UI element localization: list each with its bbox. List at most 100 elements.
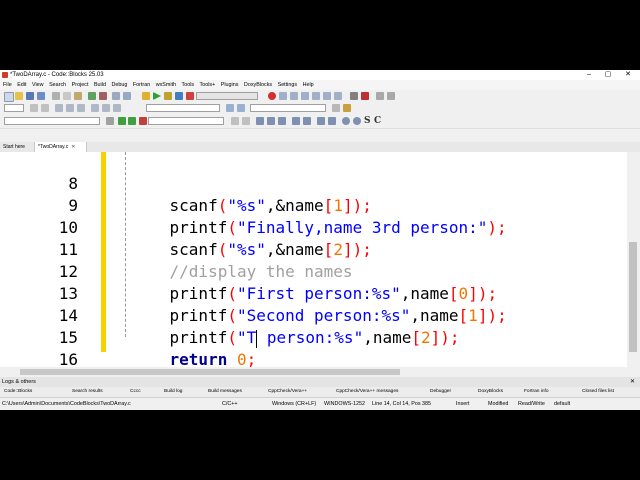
- log-tab-search-results[interactable]: Search results: [72, 387, 103, 397]
- forward-icon[interactable]: [237, 104, 245, 112]
- nav-dropdown-icon[interactable]: [106, 117, 114, 125]
- jump-next-icon[interactable]: [128, 117, 136, 125]
- indent-icon[interactable]: [292, 117, 300, 125]
- paste-icon[interactable]: [74, 92, 82, 100]
- next-instruction-icon[interactable]: [323, 92, 331, 100]
- stop-debugger-icon[interactable]: [361, 92, 369, 100]
- run-to-cursor-icon[interactable]: [279, 92, 287, 100]
- box-comment-icon[interactable]: [77, 104, 85, 112]
- jump-icon[interactable]: [343, 104, 351, 112]
- select-icon[interactable]: [317, 117, 325, 125]
- run-icon[interactable]: [153, 92, 161, 100]
- rebuild-icon[interactable]: [175, 92, 183, 100]
- close-panel-icon[interactable]: ✕: [630, 377, 635, 387]
- symbol-s-button[interactable]: S: [364, 115, 371, 127]
- symbol-c-button[interactable]: C: [374, 115, 381, 127]
- log-tab-cccc[interactable]: Cccc: [130, 387, 141, 397]
- build-gear-icon[interactable]: [142, 92, 150, 100]
- log-tab-codeblocks[interactable]: Code::Blocks: [4, 387, 32, 397]
- menu-fortran[interactable]: Fortran: [133, 82, 150, 88]
- toggle-bookmark-icon[interactable]: [231, 117, 239, 125]
- wrap-icon[interactable]: [113, 104, 121, 112]
- log-tab-cppcheck[interactable]: CppCheck/Vera++: [268, 387, 307, 397]
- abort-icon[interactable]: [186, 92, 194, 100]
- undo-icon[interactable]: [88, 92, 96, 100]
- fold-icon[interactable]: [256, 117, 264, 125]
- prev-bookmark-icon[interactable]: [242, 117, 250, 125]
- menu-view[interactable]: View: [32, 82, 44, 88]
- cut-icon[interactable]: [52, 92, 60, 100]
- log-tab-doxyblocks[interactable]: DoxyBlocks: [478, 387, 503, 397]
- redo-icon[interactable]: [99, 92, 107, 100]
- break-debugger-icon[interactable]: [350, 92, 358, 100]
- function-select[interactable]: [148, 117, 224, 125]
- minimize-button[interactable]: –: [580, 70, 598, 80]
- unindent-icon[interactable]: [303, 117, 311, 125]
- menu-doxyblocks[interactable]: DoxyBlocks: [244, 82, 272, 88]
- scope-select[interactable]: [4, 104, 24, 112]
- close-tab-icon[interactable]: ✕: [71, 144, 75, 150]
- scrollbar-thumb[interactable]: [20, 369, 400, 375]
- log-tab-debugger[interactable]: Debugger: [430, 387, 451, 397]
- new-file-icon[interactable]: [4, 92, 14, 102]
- log-tab-build-messages[interactable]: Build messages: [208, 387, 242, 397]
- menu-debug[interactable]: Debug: [111, 82, 127, 88]
- menu-settings[interactable]: Settings: [278, 82, 297, 88]
- save-icon[interactable]: [26, 92, 34, 100]
- stream-comment-icon[interactable]: [66, 104, 74, 112]
- save-all-icon[interactable]: [37, 92, 45, 100]
- menu-plugins[interactable]: Plugins: [221, 82, 239, 88]
- debug-info-icon[interactable]: [387, 92, 395, 100]
- menu-build[interactable]: Build: [94, 82, 106, 88]
- scrollbar-thumb[interactable]: [629, 242, 637, 352]
- function-scope-select[interactable]: [4, 117, 100, 125]
- replace-icon[interactable]: [123, 92, 131, 100]
- maximize-button[interactable]: ▢: [599, 70, 617, 80]
- log-tab-fortran-info[interactable]: Fortran info: [524, 387, 549, 397]
- block-icon[interactable]: [328, 117, 336, 125]
- jump-prev-icon[interactable]: [118, 117, 126, 125]
- log-tab-cppcheck-messages[interactable]: CppCheck/Vera++ messages: [336, 387, 398, 397]
- symbol-search-combo[interactable]: [250, 104, 326, 112]
- fold-all-icon[interactable]: [278, 117, 286, 125]
- search-combo[interactable]: [146, 104, 220, 112]
- editor-vertical-scrollbar[interactable]: [627, 152, 640, 372]
- back-icon[interactable]: [226, 104, 234, 112]
- menu-tools-plus[interactable]: Tools+: [200, 82, 216, 88]
- tab-start-here[interactable]: Start here: [0, 142, 35, 152]
- highlight-icon[interactable]: [332, 104, 340, 112]
- menu-wxsmith[interactable]: wxSmith: [156, 82, 176, 88]
- menu-search[interactable]: Search: [49, 82, 66, 88]
- unfold-icon[interactable]: [267, 117, 275, 125]
- editor-horizontal-scrollbar[interactable]: [0, 367, 640, 377]
- step-into-icon[interactable]: [301, 92, 309, 100]
- close-button[interactable]: ✕: [619, 70, 637, 80]
- step-out-icon[interactable]: [312, 92, 320, 100]
- log-tab-build-log[interactable]: Build log: [164, 387, 182, 397]
- bookmark-icon[interactable]: [139, 117, 147, 125]
- align-icon[interactable]: [102, 104, 110, 112]
- menu-help[interactable]: Help: [303, 82, 314, 88]
- log-tab-closed-files[interactable]: Closed files list: [582, 387, 614, 397]
- open-folder-icon[interactable]: [15, 92, 23, 100]
- menu-tools[interactable]: Tools: [182, 82, 195, 88]
- debug-windows-icon[interactable]: [376, 92, 384, 100]
- menu-edit[interactable]: Edit: [17, 82, 26, 88]
- step-into-instruction-icon[interactable]: [334, 92, 342, 100]
- build-and-run-icon[interactable]: [164, 92, 172, 100]
- find-icon[interactable]: [112, 92, 120, 100]
- build-target-select[interactable]: [196, 92, 258, 100]
- zoom-out-icon[interactable]: [353, 117, 361, 125]
- tab-twodarray[interactable]: *TwoDArray.c ✕: [35, 142, 87, 152]
- menu-project[interactable]: Project: [72, 82, 89, 88]
- uncomment-icon[interactable]: [41, 104, 49, 112]
- tab-to-space-icon[interactable]: [91, 104, 99, 112]
- zoom-in-icon[interactable]: [342, 117, 350, 125]
- code-editor[interactable]: 8 scanf("%s",&name[1]); 9 printf("Finall…: [0, 152, 627, 372]
- menu-file[interactable]: File: [3, 82, 12, 88]
- debug-icon[interactable]: [268, 92, 276, 100]
- toggle-comment-icon[interactable]: [55, 104, 63, 112]
- copy-icon[interactable]: [63, 92, 71, 100]
- comment-icon[interactable]: [30, 104, 38, 112]
- next-line-icon[interactable]: [290, 92, 298, 100]
